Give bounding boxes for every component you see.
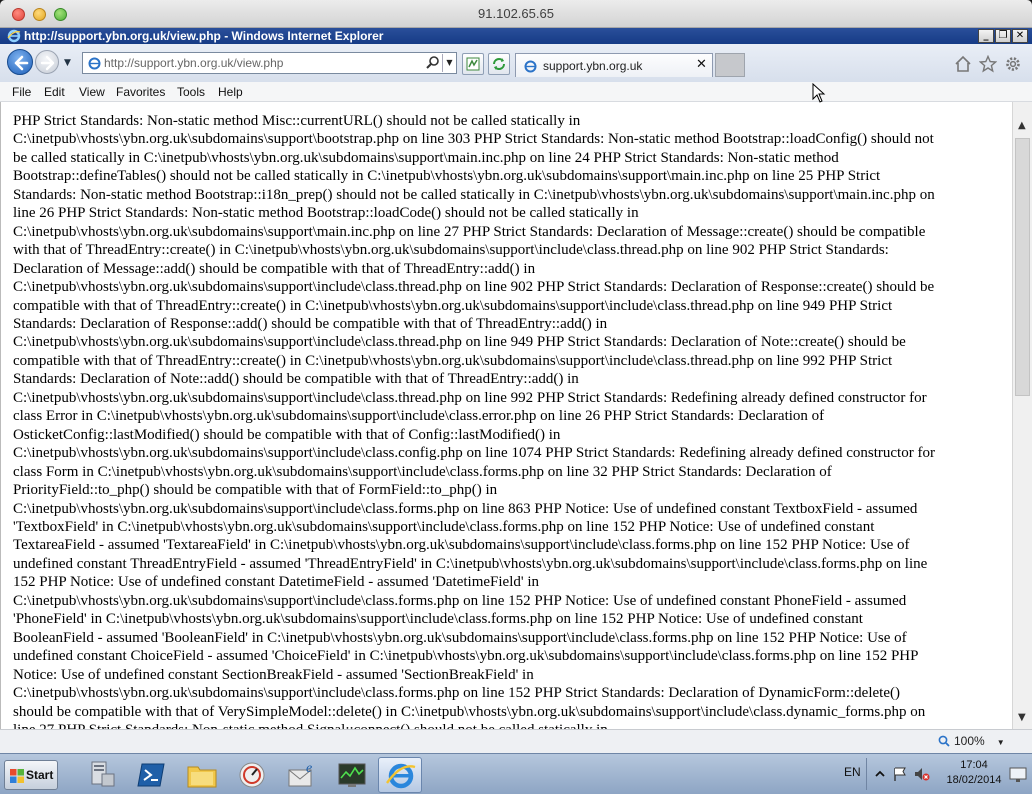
remote-desktop-titlebar: 91.102.65.65 (0, 0, 1032, 28)
action-center-flag-icon[interactable] (892, 766, 908, 782)
scroll-thumb[interactable] (1015, 138, 1030, 396)
taskbar: Start e EN 17:04 18/02/2014 (0, 753, 1032, 794)
refresh-button[interactable] (488, 53, 510, 75)
forward-button[interactable] (35, 50, 59, 74)
language-indicator[interactable]: EN (844, 765, 861, 779)
process-monitor-icon (239, 762, 265, 788)
menu-file[interactable]: File (12, 85, 31, 99)
system-clock[interactable]: 17:04 18/02/2014 (944, 758, 1004, 788)
taskbar-email[interactable]: e (280, 757, 324, 793)
svg-text:e: e (306, 761, 312, 776)
powershell-icon (137, 763, 165, 787)
search-icon[interactable] (426, 55, 440, 69)
tab-page-icon (524, 60, 537, 73)
scroll-up-icon[interactable]: ▲ (1018, 120, 1026, 131)
menu-view[interactable]: View (79, 85, 105, 99)
back-arrow-icon (14, 55, 29, 71)
browser-window-title: http://support.ybn.org.uk/view.php - Win… (24, 29, 384, 43)
server-manager-icon (91, 761, 115, 787)
scroll-down-icon[interactable]: ▼ (1018, 712, 1026, 723)
browser-titlebar: http://support.ybn.org.uk/view.php - Win… (0, 28, 1032, 44)
browser-toolbar: ▼ http://support.ybn.org.uk/view.php ▼ s… (0, 44, 1032, 82)
menu-help[interactable]: Help (218, 85, 243, 99)
taskbar-internet-explorer[interactable] (378, 757, 422, 793)
address-dropdown[interactable]: ▼ (442, 54, 456, 72)
gear-icon[interactable] (1004, 55, 1022, 73)
clock-date: 18/02/2014 (946, 774, 1002, 786)
address-text[interactable]: http://support.ybn.org.uk/view.php (104, 56, 283, 70)
email-icon: e (288, 761, 312, 787)
back-button[interactable] (7, 49, 33, 75)
taskbar-file-explorer[interactable] (180, 757, 224, 793)
address-bar[interactable]: http://support.ybn.org.uk/view.php ▼ (82, 52, 457, 74)
compatibility-view-icon (466, 57, 480, 71)
file-explorer-icon (187, 766, 217, 788)
taskbar-network-monitor[interactable] (330, 757, 374, 793)
vertical-scrollbar[interactable]: ▲ ▼ (1012, 102, 1032, 729)
refresh-icon (493, 58, 505, 70)
zoom-dropdown-icon[interactable]: ▼ (997, 738, 1005, 747)
volume-muted-icon[interactable] (914, 766, 930, 782)
recent-pages-dropdown[interactable]: ▼ (64, 58, 71, 68)
page-content: PHP Strict Standards: Non-static method … (0, 102, 1012, 729)
compatibility-view-button[interactable] (462, 53, 484, 75)
zoom-icon (938, 735, 950, 747)
taskbar-server-manager[interactable] (80, 757, 124, 793)
page-icon (88, 57, 101, 70)
restore-button[interactable]: ❐ (995, 29, 1011, 43)
menu-favorites[interactable]: Favorites (116, 85, 165, 99)
minimize-button[interactable]: _ (978, 29, 994, 43)
internet-explorer-icon (7, 29, 21, 43)
tray-divider (866, 758, 867, 790)
show-hidden-icons-icon[interactable] (872, 766, 888, 782)
tab-support[interactable]: support.ybn.org.uk ✕ (515, 53, 713, 77)
menu-edit[interactable]: Edit (44, 85, 65, 99)
start-label: Start (26, 768, 54, 782)
zoom-control[interactable]: 100% ▼ (938, 734, 1005, 748)
windows-flag-icon (10, 769, 24, 783)
forward-arrow-icon (40, 55, 55, 71)
close-tab-icon[interactable]: ✕ (696, 57, 707, 72)
internet-explorer-icon (386, 763, 416, 789)
remote-window-title: 91.102.65.65 (478, 6, 554, 21)
zoom-level: 100% (954, 734, 985, 748)
clock-time: 17:04 (960, 759, 988, 771)
start-button[interactable]: Start (4, 760, 58, 790)
close-button[interactable]: ✕ (1012, 29, 1028, 43)
monitor-icon[interactable] (1008, 760, 1028, 788)
tab-label: support.ybn.org.uk (543, 59, 643, 73)
taskbar-process-monitor[interactable] (230, 757, 274, 793)
home-icon[interactable] (954, 55, 972, 73)
php-error-output: PHP Strict Standards: Non-static method … (13, 113, 935, 729)
favorites-star-icon[interactable] (979, 55, 997, 73)
menu-bar: File Edit View Favorites Tools Help (0, 82, 1032, 102)
network-monitor-icon (338, 763, 366, 787)
taskbar-powershell[interactable] (130, 757, 174, 793)
status-bar: 100% ▼ (0, 729, 1032, 753)
mouse-cursor-icon (812, 83, 826, 103)
new-tab-button[interactable] (715, 53, 745, 77)
menu-tools[interactable]: Tools (177, 85, 205, 99)
